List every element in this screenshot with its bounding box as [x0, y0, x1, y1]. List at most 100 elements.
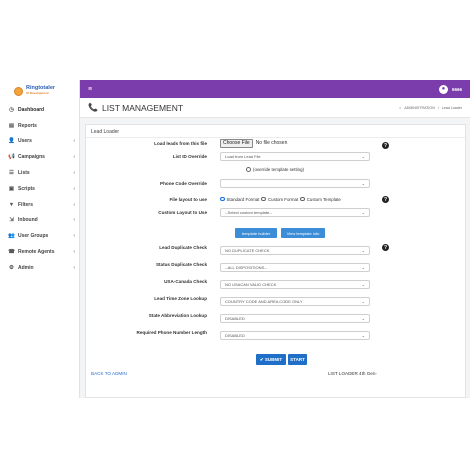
version-text: LIST LOADER 4th Gen-: [328, 371, 377, 376]
sidebar-item-label: Filters: [18, 201, 34, 208]
sidebar-item-label: Scripts: [18, 185, 35, 192]
usa-canada-check-select[interactable]: NO USACAN VALID CHECK ⌄: [220, 280, 370, 289]
filter-icon: ▼: [8, 201, 15, 208]
sidebar-item-reports[interactable]: ▤ Reports: [4, 118, 79, 134]
agent-icon: ☎: [8, 249, 15, 256]
sidebar-item-label: User Groups: [18, 233, 49, 240]
report-icon: ▤: [8, 122, 15, 129]
state-abbreviation-lookup-value: DISABLED: [225, 316, 245, 321]
usa-canada-check-value: NO USACAN VALID CHECK: [225, 282, 277, 287]
logo-tagline: UI Development: [26, 91, 49, 95]
status-duplicate-check-value: --ALL DISPOSITIONS--: [225, 265, 267, 270]
user-menu[interactable]: ● 6666: [438, 84, 462, 94]
topbar: ≡ ● 6666: [80, 80, 470, 98]
choose-file-button[interactable]: Choose File: [220, 138, 253, 148]
hamburger-menu-icon[interactable]: ≡: [88, 86, 92, 93]
sidebar-item-admin[interactable]: ⚙ Admin ‹: [4, 260, 79, 276]
chevron-left-icon: ‹: [73, 217, 75, 224]
chevron-down-icon: ⌄: [361, 316, 365, 321]
sidebar-item-dashboard[interactable]: ◷ Dashboard: [4, 102, 79, 118]
chevron-left-icon: ‹: [73, 264, 75, 271]
custom-layout-value: --Select custom template--: [225, 210, 272, 215]
custom-layout-label: Custom Layout to Use: [158, 209, 207, 215]
breadcrumb-separator: /: [437, 105, 439, 110]
chevron-left-icon: ‹: [73, 154, 75, 161]
inbound-icon: ⇲: [9, 217, 14, 224]
group-icon: 👥: [8, 233, 15, 240]
chevron-down-icon: ⌄: [361, 210, 365, 215]
lead-loader-card: Lead Loader Load leads from this file Ch…: [85, 124, 466, 398]
custom-template-radio[interactable]: [300, 196, 305, 202]
chevron-down-icon: ⌄: [361, 154, 365, 159]
submit-button[interactable]: ✔ SUBMIT: [256, 354, 286, 365]
username: 6666: [451, 86, 462, 92]
sidebar-item-inbound[interactable]: ⇲ Inbound ‹: [4, 213, 79, 229]
state-abbreviation-lookup-select[interactable]: DISABLED ⌄: [220, 314, 370, 323]
status-duplicate-check-select[interactable]: --ALL DISPOSITIONS-- ⌄: [220, 263, 370, 272]
logo-mark-icon: [14, 86, 23, 96]
gear-icon: ⚙: [9, 264, 14, 271]
sidebar-item-label: Reports: [18, 122, 37, 129]
custom-format-label: Custom Format: [267, 196, 299, 202]
lead-time-zone-lookup-value: COUNTRY CODE AND AREA CODE ONLY: [225, 299, 303, 304]
start-button[interactable]: START: [288, 354, 307, 365]
override-template-label: (override template setting): [253, 166, 305, 172]
list-id-override-select[interactable]: Load from Lead File ⌄: [220, 152, 370, 161]
logo[interactable]: Ringtotaler UI Development: [4, 80, 79, 102]
lead-time-zone-lookup-select[interactable]: COUNTRY CODE AND AREA CODE ONLY ⌄: [220, 297, 370, 306]
chevron-down-icon: ⌄: [361, 265, 365, 270]
required-phone-number-length-value: DISABLED: [225, 333, 245, 338]
breadcrumb-administration[interactable]: ADMINISTRATION: [404, 106, 434, 110]
page-title-text: LIST MANAGEMENT: [101, 102, 184, 113]
card-title: Lead Loader: [86, 125, 465, 138]
page-title: 📞 LIST MANAGEMENT: [88, 103, 183, 113]
chevron-down-icon: ⌄: [361, 299, 365, 304]
usa-canada-check-label: USA-Canada Check: [164, 278, 207, 284]
sidebar-item-remote-agents[interactable]: ☎ Remote Agents ‹: [4, 244, 79, 260]
chevron-left-icon: ‹: [73, 170, 75, 177]
app-window: Ringtotaler UI Development ◷ Dashboard ▤ Re…: [4, 80, 470, 398]
sidebar-item-label: Users: [18, 138, 32, 145]
required-phone-number-length-select[interactable]: DISABLED ⌄: [220, 331, 370, 340]
sidebar-item-scripts[interactable]: ▣ Scripts ‹: [4, 181, 79, 197]
phone-code-override-select[interactable]: ⌄: [220, 179, 370, 188]
chevron-left-icon: ‹: [73, 185, 75, 192]
avatar: ●: [438, 84, 448, 94]
help-icon[interactable]: ?: [382, 244, 389, 251]
sidebar-item-user-groups[interactable]: 👥 User Groups ‹: [4, 228, 79, 244]
sidebar-item-filters[interactable]: ▼ Filters ‹: [4, 197, 79, 213]
home-icon: ⌂: [399, 105, 402, 110]
file-layout-options: Standard Format Custom Format Custom Tem…: [220, 197, 341, 202]
lead-duplicate-check-select[interactable]: NO DUPLICATE CHECK ⌄: [220, 246, 370, 255]
chevron-down-icon: ⌄: [361, 248, 365, 253]
custom-layout-select[interactable]: --Select custom template-- ⌄: [220, 208, 370, 217]
chevron-left-icon: ‹: [73, 233, 75, 240]
sidebar-item-campaigns[interactable]: 📢 Campaigns ‹: [4, 149, 79, 165]
back-to-admin-link[interactable]: BACK TO ADMIN: [91, 371, 127, 376]
custom-template-label: Custom Template: [306, 196, 341, 202]
custom-format-radio[interactable]: [261, 196, 266, 202]
list-id-override-value: Load from Lead File: [225, 154, 261, 159]
main-content: 📞 LIST MANAGEMENT ⌂ ADMINISTRATION / Lea…: [80, 98, 470, 398]
override-template-checkbox[interactable]: [246, 166, 251, 172]
avatar-icon: ●: [441, 86, 446, 92]
sidebar: Ringtotaler UI Development ◷ Dashboard ▤ Re…: [4, 80, 80, 398]
breadcrumb-current: Lead Loader: [441, 105, 462, 110]
sidebar-item-label: Dashboard: [18, 106, 45, 113]
sidebar-item-lists[interactable]: ☰ Lists ‹: [4, 165, 79, 181]
file-layout-label: File layout to use: [169, 196, 207, 202]
sidebar-item-label: Admin: [18, 264, 34, 271]
file-status: No file chosen: [255, 140, 288, 146]
template-builder-button[interactable]: template builder: [235, 228, 277, 238]
help-icon[interactable]: ?: [382, 196, 389, 203]
help-icon[interactable]: ?: [382, 142, 389, 149]
view-template-info-button[interactable]: View template info: [281, 228, 325, 238]
list-icon: ☰: [9, 170, 14, 177]
phone-code-override-label: Phone Code Override: [160, 180, 207, 186]
megaphone-icon: 📢: [8, 154, 15, 161]
chevron-left-icon: ‹: [73, 249, 75, 256]
lead-duplicate-check-label: Lead Duplicate Check: [159, 244, 207, 250]
sidebar-item-label: Remote Agents: [18, 249, 55, 256]
sidebar-item-users[interactable]: 👤 Users ‹: [4, 134, 79, 150]
standard-format-radio[interactable]: [220, 196, 225, 202]
